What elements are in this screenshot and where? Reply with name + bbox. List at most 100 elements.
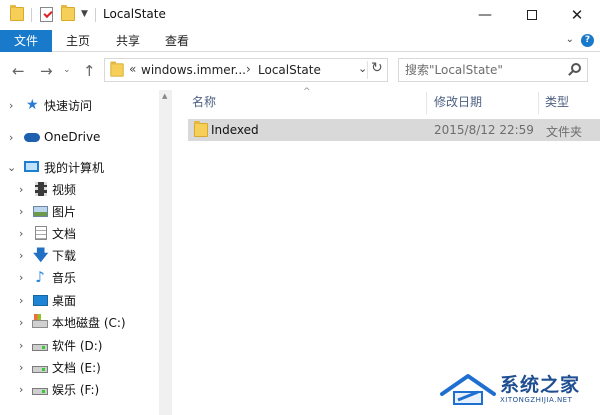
scroll-up-arrow-icon[interactable]: ▲ [162, 92, 167, 100]
chevron-right-icon[interactable]: › [19, 316, 23, 329]
file-type: 文件夹 [546, 125, 583, 139]
nav-item-music[interactable]: › ♪ 音乐 [0, 266, 158, 288]
nav-scrollbar[interactable]: ▲ [159, 90, 172, 415]
tab-file[interactable]: 文件 [0, 30, 52, 52]
nav-item-desktop[interactable]: › 桌面 [0, 289, 158, 311]
nav-item-downloads[interactable]: › 🡇 下载 [0, 244, 158, 266]
cloud-icon [24, 130, 40, 144]
chevron-right-icon[interactable]: › [19, 383, 23, 396]
address-segment[interactable]: LocalState [258, 63, 321, 77]
local-disk-icon [32, 314, 48, 329]
up-arrow-icon[interactable]: ↑ [83, 62, 96, 80]
forward-arrow-icon[interactable]: → [40, 62, 53, 80]
nav-item-label: 视频 [52, 182, 77, 197]
drive-icon [32, 360, 48, 374]
table-row[interactable]: Indexed 2015/8/12 22:59 文件夹 [188, 119, 600, 141]
chevron-right-icon[interactable]: › [19, 183, 23, 196]
doc-icon [35, 226, 49, 240]
drive-icon [32, 338, 48, 352]
video-icon [35, 182, 49, 196]
file-name: Indexed [211, 123, 259, 137]
chevron-right-icon[interactable]: › [19, 249, 23, 262]
chevron-right-icon[interactable]: › [9, 131, 13, 144]
chevron-right-icon[interactable]: › [19, 361, 23, 374]
nav-item-label: 我的计算机 [44, 160, 105, 175]
close-icon: ✕ [570, 6, 584, 24]
chevron-right-icon[interactable]: › [19, 271, 23, 284]
window-title: LocalState [103, 7, 166, 21]
picture-icon [33, 204, 48, 218]
search-box[interactable] [398, 58, 588, 82]
folder-icon [110, 61, 124, 77]
search-input[interactable] [405, 62, 555, 78]
nav-item-drive-d[interactable]: › 软件 (D:) [0, 334, 158, 356]
maximize-button[interactable] [509, 0, 555, 30]
nav-item-label: 快速访问 [44, 98, 93, 113]
chevron-right-icon[interactable]: › [9, 99, 13, 112]
expand-ribbon-chevron-icon[interactable]: ⌄ [566, 34, 574, 45]
nav-item-label: 桌面 [52, 293, 77, 308]
chevron-right-icon[interactable]: › [19, 339, 23, 352]
chevron-down-icon[interactable]: ⌄ [7, 161, 16, 174]
folder-icon[interactable] [10, 5, 24, 21]
file-modified-date: 2015/8/12 22:59 [434, 123, 534, 137]
nav-item-quick-access[interactable]: › ★ 快速访问 [0, 94, 158, 116]
nav-item-label: 文档 (E:) [52, 360, 101, 375]
address-dropdown-chevron-icon[interactable]: ⌄ [358, 62, 367, 75]
column-header-name[interactable]: 名称 [192, 90, 422, 116]
properties-icon[interactable] [40, 7, 53, 22]
address-overflow[interactable]: « [129, 62, 136, 76]
search-icon[interactable] [571, 63, 581, 73]
recent-locations-chevron-icon[interactable]: ⌄ [63, 65, 71, 75]
column-header-type[interactable]: 类型 [545, 90, 600, 116]
watermark-text: 系统之家 [500, 374, 581, 396]
ribbon-tabs: 文件 主页 共享 查看 ⌄ ? [0, 30, 600, 52]
address-bar[interactable]: « windows.immer... › LocalState ⌄ ↻ [104, 58, 388, 82]
nav-item-drive-c[interactable]: › 本地磁盘 (C:) [0, 311, 158, 333]
customize-toolbar-chevron-icon[interactable]: ▼ [81, 9, 88, 19]
music-icon: ♪ [35, 268, 45, 286]
toolbar-divider [95, 8, 96, 22]
desktop-icon [33, 293, 48, 307]
address-divider [367, 61, 368, 79]
navigation-pane: › ★ 快速访问 › OneDrive ⌄ 我的计算机 › 视频 › 图片 › … [0, 90, 172, 415]
column-header-modified[interactable]: 修改日期 [434, 90, 534, 116]
nav-item-drive-f[interactable]: › 娱乐 (F:) [0, 378, 158, 400]
refresh-icon[interactable]: ↻ [371, 60, 383, 76]
chevron-right-icon[interactable]: › [19, 294, 23, 307]
close-button[interactable]: ✕ [554, 0, 600, 30]
maximize-icon [527, 10, 537, 20]
tab-share[interactable]: 共享 [108, 30, 148, 52]
site-watermark: 系统之家 XITONGZHIJIA.NET [438, 366, 598, 412]
download-icon: 🡇 [33, 246, 49, 264]
column-divider[interactable] [426, 92, 427, 114]
nav-item-label: 文档 [52, 226, 77, 241]
drive-icon [32, 382, 48, 396]
nav-item-label: 音乐 [52, 270, 77, 285]
nav-item-videos[interactable]: › 视频 [0, 178, 158, 200]
nav-item-onedrive[interactable]: › OneDrive [0, 126, 158, 148]
help-icon[interactable]: ? [581, 34, 594, 47]
address-segment[interactable]: windows.immer... [141, 63, 246, 77]
new-folder-icon[interactable] [61, 5, 75, 21]
nav-item-label: 软件 (D:) [52, 338, 103, 353]
chevron-right-icon[interactable]: › [19, 205, 23, 218]
nav-item-label: 下载 [52, 248, 77, 263]
nav-item-my-computer[interactable]: ⌄ 我的计算机 [0, 156, 158, 178]
nav-item-label: OneDrive [44, 130, 101, 144]
back-arrow-icon[interactable]: ← [12, 62, 25, 80]
minimize-icon: — [478, 7, 492, 23]
nav-item-drive-e[interactable]: › 文档 (E:) [0, 356, 158, 378]
nav-item-pictures[interactable]: › 图片 [0, 200, 158, 222]
tab-view[interactable]: 查看 [157, 30, 197, 52]
tab-home[interactable]: 主页 [58, 30, 98, 52]
chevron-right-icon[interactable]: › [246, 62, 251, 76]
minimize-button[interactable]: — [462, 0, 508, 30]
nav-item-documents[interactable]: › 文档 [0, 222, 158, 244]
nav-item-label: 娱乐 (F:) [52, 382, 100, 397]
watermark-subtext: XITONGZHIJIA.NET [500, 396, 573, 404]
column-divider[interactable] [538, 92, 539, 114]
pc-icon [24, 160, 39, 174]
folder-icon [194, 121, 208, 137]
chevron-right-icon[interactable]: › [19, 227, 23, 240]
